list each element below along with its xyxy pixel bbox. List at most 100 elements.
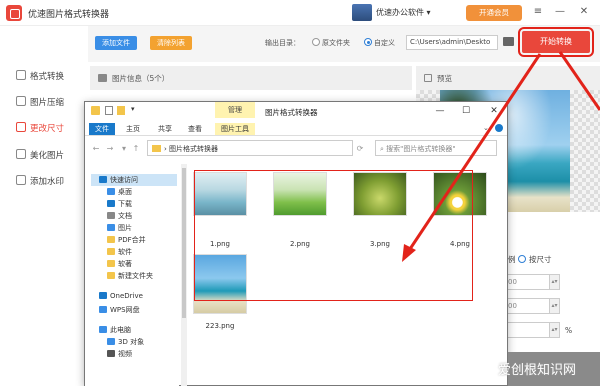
new-folder-icon[interactable] [117,106,125,115]
watermark-icon [16,175,26,185]
nav-item-label: 下载 [118,200,132,208]
nav-item[interactable]: 软著 [107,258,132,270]
nav-item-label: OneDrive [110,292,143,300]
nav-item-icon [107,350,115,357]
file-explorer-window: ▾ 管理 图片格式转换器 — ☐ ✕ 文件 主页 共享 查看 图片工具 ⌄ ← … [84,101,508,386]
nav-item-icon [107,260,115,267]
app-title: 优速图片格式转换器 [28,10,110,20]
convert-icon [16,70,26,80]
nav-item-label: PDF合并 [118,236,146,244]
preview-icon [424,74,432,82]
sidebar-item-watermark[interactable]: 添加水印 [16,175,64,189]
height-stepper[interactable]: 00 ▴▾ [504,298,560,314]
menu-icon[interactable]: ≡ [530,4,546,20]
tab-file[interactable]: 文件 [89,123,115,135]
stepper-arrow-icon[interactable]: ▴▾ [549,323,559,337]
radio-custom-folder[interactable] [364,38,372,46]
folder-icon[interactable] [503,37,514,46]
radio-custom-label: 自定义 [374,39,395,47]
sidebar-item-resize[interactable]: 更改尺寸 [16,122,64,136]
output-path-input[interactable]: C:\Users\admin\Deskto [406,35,498,50]
nav-item-icon [99,306,107,313]
file-name: 223.png [205,322,235,330]
nav-item[interactable]: 文档 [107,210,132,222]
nav-item[interactable]: 快速访问 [91,174,177,186]
minimize-icon[interactable]: — [552,4,568,20]
promo-link[interactable]: 优速办公软件 ▾ [376,7,431,18]
preview-title: 预览 [437,74,452,83]
ribbon-tabs [85,122,507,136]
close-icon[interactable]: ✕ [487,104,501,118]
nav-item[interactable]: PDF合并 [107,234,146,246]
app-logo-icon [6,5,22,21]
manage-tab-header[interactable]: 管理 [215,102,255,118]
nav-item-icon [107,272,115,279]
nav-item[interactable]: 新建文件夹 [107,270,153,282]
file-list-title: 图片信息（5个） [112,74,170,83]
add-file-button[interactable]: 添加文件 [95,36,137,50]
nav-item-icon [107,200,115,207]
promo-image[interactable] [352,4,372,21]
nav-item[interactable]: 图片 [107,222,132,234]
forward-icon[interactable]: → [105,144,115,154]
maximize-icon[interactable]: ☐ [459,104,473,118]
sidebar-item-format-convert[interactable]: 格式转换 [16,70,64,84]
nav-item[interactable]: 软件 [107,246,132,258]
radio-by-size[interactable] [518,255,526,263]
refresh-icon[interactable]: ⟳ [355,144,365,154]
sidebar-item-compress[interactable]: 图片压缩 [16,96,64,110]
nav-item[interactable]: 下载 [107,198,132,210]
quick-access-dropdown-icon[interactable]: ▾ [131,105,135,113]
nav-item[interactable]: 此电脑 [99,324,131,336]
stepper-arrow-icon[interactable]: ▴▾ [549,299,559,313]
stepper-arrow-icon[interactable]: ▴▾ [549,275,559,289]
folder-icon [91,106,100,115]
expand-ribbon-icon[interactable]: ⌄ [483,124,489,132]
address-bar[interactable]: › 图片格式转换器 [147,140,353,156]
explorer-search-input[interactable]: ⌕ 搜索"图片格式转换器" [375,140,497,156]
percent-label: % [565,326,573,335]
nav-item-icon [99,176,107,183]
help-icon[interactable] [495,124,503,132]
nav-item-label: WPS网盘 [110,306,140,314]
nav-item-label: 软著 [118,260,132,268]
preview-checker-bg-right [570,90,600,212]
radio-original-folder[interactable] [312,38,320,46]
clear-list-button[interactable]: 清除列表 [150,36,192,50]
nav-item[interactable]: WPS网盘 [99,304,140,316]
minimize-icon[interactable]: — [433,104,447,118]
tab-home[interactable]: 主页 [123,123,143,135]
nav-item-label: 快速访问 [110,176,138,184]
nav-item-label: 3D 对象 [118,338,145,346]
nav-item-icon [107,212,115,219]
start-convert-button[interactable]: 开始转换 [518,27,594,57]
tab-picture-tools[interactable]: 图片工具 [215,123,255,135]
output-dir-label: 输出目录： [265,39,300,47]
radio-original-label: 原文件夹 [322,39,350,47]
nav-item-label: 图片 [118,224,132,232]
nav-item[interactable]: 3D 对象 [107,336,144,348]
nav-item-icon [99,326,107,333]
folder-icon [152,145,161,152]
tab-share[interactable]: 共享 [155,123,175,135]
up-icon[interactable]: ↑ [131,144,141,154]
properties-icon[interactable] [105,106,113,115]
nav-item[interactable]: OneDrive [99,290,143,302]
highlight-box [194,170,473,301]
percent-stepper[interactable]: ▴▾ [504,322,560,338]
back-icon[interactable]: ← [91,144,101,154]
width-stepper[interactable]: 00 ▴▾ [504,274,560,290]
beautify-icon [16,149,26,159]
nav-item[interactable]: 视频 [107,348,132,360]
nav-item-label: 桌面 [118,188,132,196]
close-icon[interactable]: ✕ [576,4,592,20]
nav-item-icon [107,236,115,243]
watermark-text: 爱创根知识网 [498,363,577,378]
vip-button[interactable]: 开通会员 [466,5,522,21]
nav-item-icon [107,248,115,255]
recent-dropdown-icon[interactable]: ▾ [119,144,129,154]
nav-item[interactable]: 桌面 [107,186,132,198]
tab-view[interactable]: 查看 [185,123,205,135]
ratio-label: 例 [508,255,516,264]
sidebar-item-beautify[interactable]: 美化图片 [16,149,64,163]
